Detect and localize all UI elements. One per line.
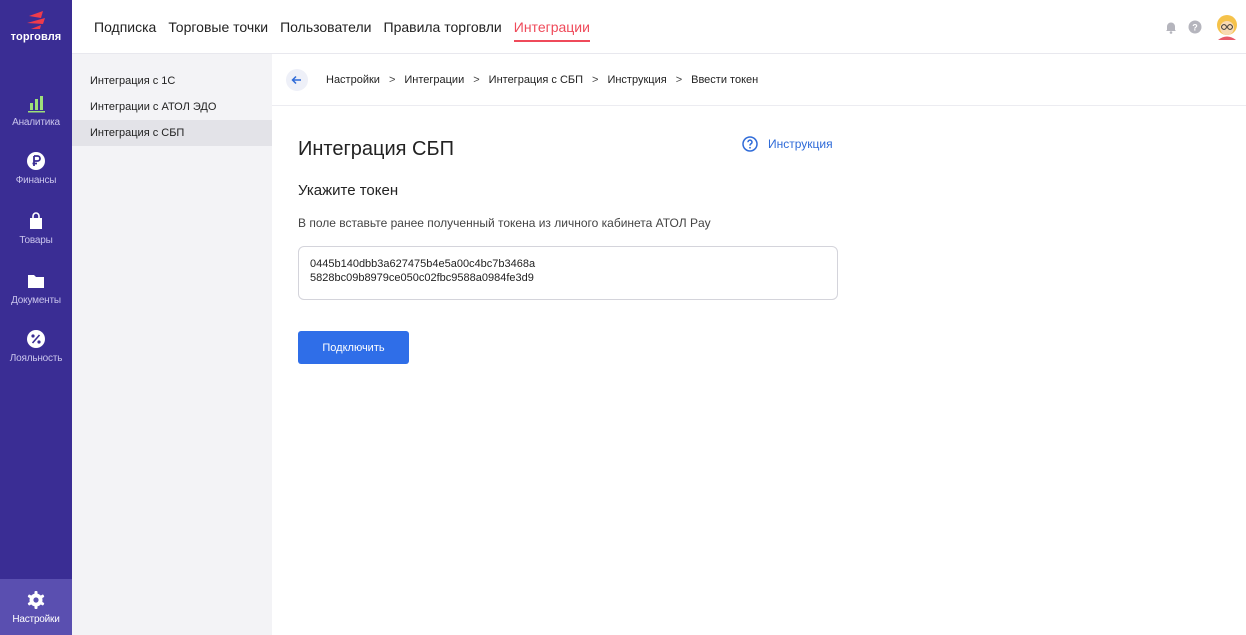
ruble-coin-icon xyxy=(27,152,45,170)
top-icons: ? xyxy=(1154,12,1242,42)
tab-trade-rules[interactable]: Правила торговли xyxy=(384,0,502,54)
top-tabs: Подписка Торговые точки Пользователи Пра… xyxy=(94,0,602,54)
token-line-2: 5828bc09b8979ce050c02fbc9588a0984fe3d9 xyxy=(310,272,534,284)
submenu-item-sbp[interactable]: Интеграция с СБП xyxy=(72,120,272,146)
page-title: Интеграция СБП xyxy=(298,138,454,160)
instruction-link[interactable]: Инструкция xyxy=(742,136,833,152)
breadcrumb-integrations[interactable]: Интеграции xyxy=(404,74,464,86)
bar-chart-icon xyxy=(28,96,45,113)
breadcrumb-separator: > xyxy=(473,74,480,86)
breadcrumb-sbp-integration[interactable]: Интеграция с СБП xyxy=(489,74,583,86)
breadcrumb-enter-token: Ввести токен xyxy=(691,74,759,86)
sidebar-item-label: Документы xyxy=(11,295,61,306)
sidebar-item-loyalty[interactable]: Лояльность xyxy=(0,328,72,364)
folder-icon xyxy=(28,275,44,288)
sidebar-item-label: Финансы xyxy=(15,175,57,186)
shopping-bag-icon xyxy=(30,212,42,229)
sidebar-item-label: Настройки xyxy=(12,614,60,625)
sidebar-item-goods[interactable]: Товары xyxy=(0,210,72,246)
sidebar-item-finance[interactable]: Финансы xyxy=(0,150,72,186)
breadcrumb-separator: > xyxy=(675,74,683,86)
arrow-left-icon xyxy=(291,75,301,85)
sidebar-item-label: Лояльность xyxy=(9,353,63,364)
help-icon[interactable]: ? xyxy=(1188,20,1202,34)
main-content: Интеграция СБП Инструкция Укажите токен … xyxy=(272,106,1246,635)
section-description: В поле вставьте ранее полученный токена … xyxy=(298,216,711,230)
logo-text: торговля xyxy=(10,31,62,43)
main-sidebar: торговля Аналитика Финансы Товары Докуме… xyxy=(0,0,72,635)
question-circle-icon xyxy=(742,136,758,152)
sidebar-item-settings[interactable]: Настройки xyxy=(0,579,72,635)
tab-users[interactable]: Пользователи xyxy=(280,0,371,54)
percent-badge-icon xyxy=(27,330,45,348)
breadcrumb-settings[interactable]: Настройки xyxy=(326,74,380,86)
tab-integrations[interactable]: Интеграции xyxy=(513,0,591,54)
logo[interactable]: торговля xyxy=(0,10,72,50)
sidebar-item-documents[interactable]: Документы xyxy=(0,270,72,306)
section-subtitle: Укажите токен xyxy=(298,182,399,199)
token-line-1: 0445b140dbb3a627475b4e5a00c4bc7b3468a xyxy=(310,258,536,270)
sidebar-item-analytics[interactable]: Аналитика xyxy=(0,92,72,128)
breadcrumb-separator: > xyxy=(388,74,396,86)
tab-sales-points[interactable]: Торговые точки xyxy=(168,0,268,54)
instruction-link-text: Инструкция xyxy=(768,137,833,151)
connect-button[interactable]: Подключить xyxy=(298,331,409,364)
sidebar-item-label: Аналитика xyxy=(12,117,60,128)
breadcrumb-separator: > xyxy=(592,74,599,86)
integrations-submenu: Интеграция с 1С Интеграции с АТОЛ ЭДО Ин… xyxy=(72,54,272,635)
breadcrumb: Настройки > Интеграции > Интеграция с СБ… xyxy=(326,74,758,86)
bell-icon[interactable] xyxy=(1164,20,1178,34)
breadcrumb-bar: Настройки > Интеграции > Интеграция с СБ… xyxy=(272,54,1246,106)
logo-icon xyxy=(27,11,45,29)
breadcrumb-instruction[interactable]: Инструкция xyxy=(607,74,666,86)
svg-text:?: ? xyxy=(1192,23,1198,33)
submenu-item-atol-edo[interactable]: Интеграции с АТОЛ ЭДО xyxy=(72,94,272,120)
avatar[interactable] xyxy=(1212,12,1242,42)
gear-icon xyxy=(27,591,45,609)
tab-subscription[interactable]: Подписка xyxy=(94,0,156,54)
top-bar: Подписка Торговые точки Пользователи Пра… xyxy=(72,0,1246,54)
back-button[interactable] xyxy=(286,69,308,91)
token-input[interactable]: 0445b140dbb3a627475b4e5a00c4bc7b3468a 58… xyxy=(298,246,838,300)
sidebar-item-label: Товары xyxy=(19,235,53,246)
submenu-item-1c[interactable]: Интеграция с 1С xyxy=(72,68,272,94)
